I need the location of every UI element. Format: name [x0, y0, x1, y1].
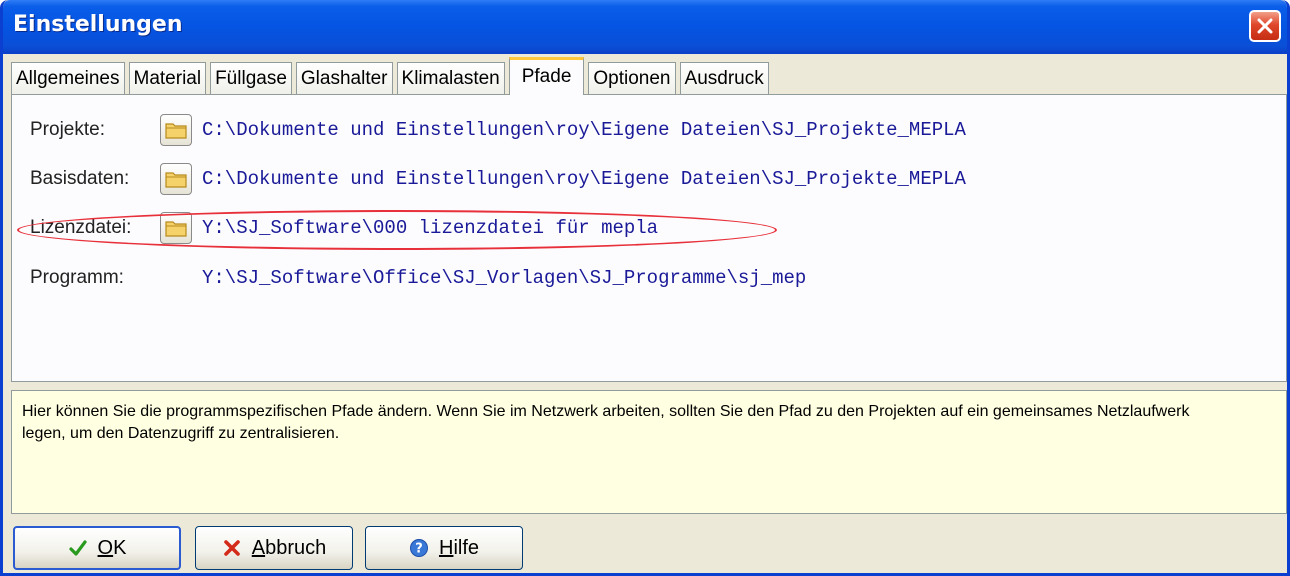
- window-title: Einstellungen: [13, 12, 183, 37]
- projekte-label: Projekte:: [30, 119, 105, 140]
- help-icon: ?: [409, 538, 429, 558]
- cancel-x-icon: [222, 538, 242, 558]
- abbruch-button[interactable]: Abbruch: [195, 526, 353, 570]
- close-icon: [1257, 18, 1273, 34]
- checkmark-icon: [68, 538, 88, 558]
- tab-allgemeines[interactable]: Allgemeines: [11, 62, 125, 94]
- title-bar[interactable]: Einstellungen: [3, 0, 1287, 54]
- hilfe-button[interactable]: ? Hilfe: [365, 526, 523, 570]
- help-text-line: Hier können Sie die programmspezifischen…: [22, 403, 1190, 420]
- path-row-projekte: Projekte: C:\Dokumente und Einstellungen…: [30, 113, 966, 147]
- tab-fuellgase[interactable]: Füllgase: [210, 62, 292, 94]
- folder-icon: [165, 172, 187, 188]
- hilfe-label: Hilfe: [438, 536, 480, 559]
- lizenzdatei-browse-button[interactable]: [160, 212, 192, 244]
- basisdaten-label: Basisdaten:: [30, 168, 130, 189]
- lizenzdatei-path: Y:\SJ_Software\000 lizenzdatei für mepla: [202, 217, 659, 239]
- help-text-box: Hier können Sie die programmspezifischen…: [11, 390, 1287, 514]
- lizenzdatei-label: Lizenzdatei:: [30, 217, 132, 238]
- path-row-programm: Programm: Y:\SJ_Software\Office\SJ_Vorla…: [30, 261, 806, 295]
- ok-button[interactable]: OK: [13, 526, 181, 570]
- ok-label: OK: [97, 536, 127, 559]
- tab-klimalasten[interactable]: Klimalasten: [396, 62, 505, 94]
- tab-ausdruck[interactable]: Ausdruck: [679, 62, 769, 94]
- projekte-browse-button[interactable]: [160, 114, 192, 146]
- settings-dialog: Einstellungen Allgemeines Material Füllg…: [0, 0, 1290, 576]
- tab-material[interactable]: Material: [128, 62, 207, 94]
- projekte-path: C:\Dokumente und Einstellungen\roy\Eigen…: [202, 119, 966, 141]
- folder-icon: [165, 123, 187, 139]
- tab-strip: Allgemeines Material Füllgase Glashalter…: [11, 56, 773, 95]
- programm-path: Y:\SJ_Software\Office\SJ_Vorlagen\SJ_Pro…: [202, 267, 807, 289]
- path-row-basisdaten: Basisdaten: C:\Dokumente und Einstellung…: [30, 162, 966, 196]
- svg-text:?: ?: [415, 542, 423, 557]
- path-row-lizenzdatei: Lizenzdatei: Y:\SJ_Software\000 lizenzda…: [30, 211, 658, 245]
- tab-glashalter[interactable]: Glashalter: [295, 62, 393, 94]
- pfade-panel: Projekte: C:\Dokumente und Einstellungen…: [11, 94, 1287, 382]
- button-bar: OK Abbruch ? Hilfe: [3, 518, 1287, 573]
- help-text-line: legen, um den Datenzugriff zu zentralisi…: [22, 425, 340, 442]
- programm-label: Programm:: [30, 267, 124, 288]
- abbruch-label: Abbruch: [251, 536, 327, 559]
- folder-icon: [165, 221, 187, 237]
- close-button[interactable]: [1249, 10, 1281, 42]
- basisdaten-path: C:\Dokumente und Einstellungen\roy\Eigen…: [202, 168, 966, 190]
- tab-pfade[interactable]: Pfade: [508, 57, 585, 95]
- basisdaten-browse-button[interactable]: [160, 163, 192, 195]
- tab-optionen[interactable]: Optionen: [588, 62, 676, 94]
